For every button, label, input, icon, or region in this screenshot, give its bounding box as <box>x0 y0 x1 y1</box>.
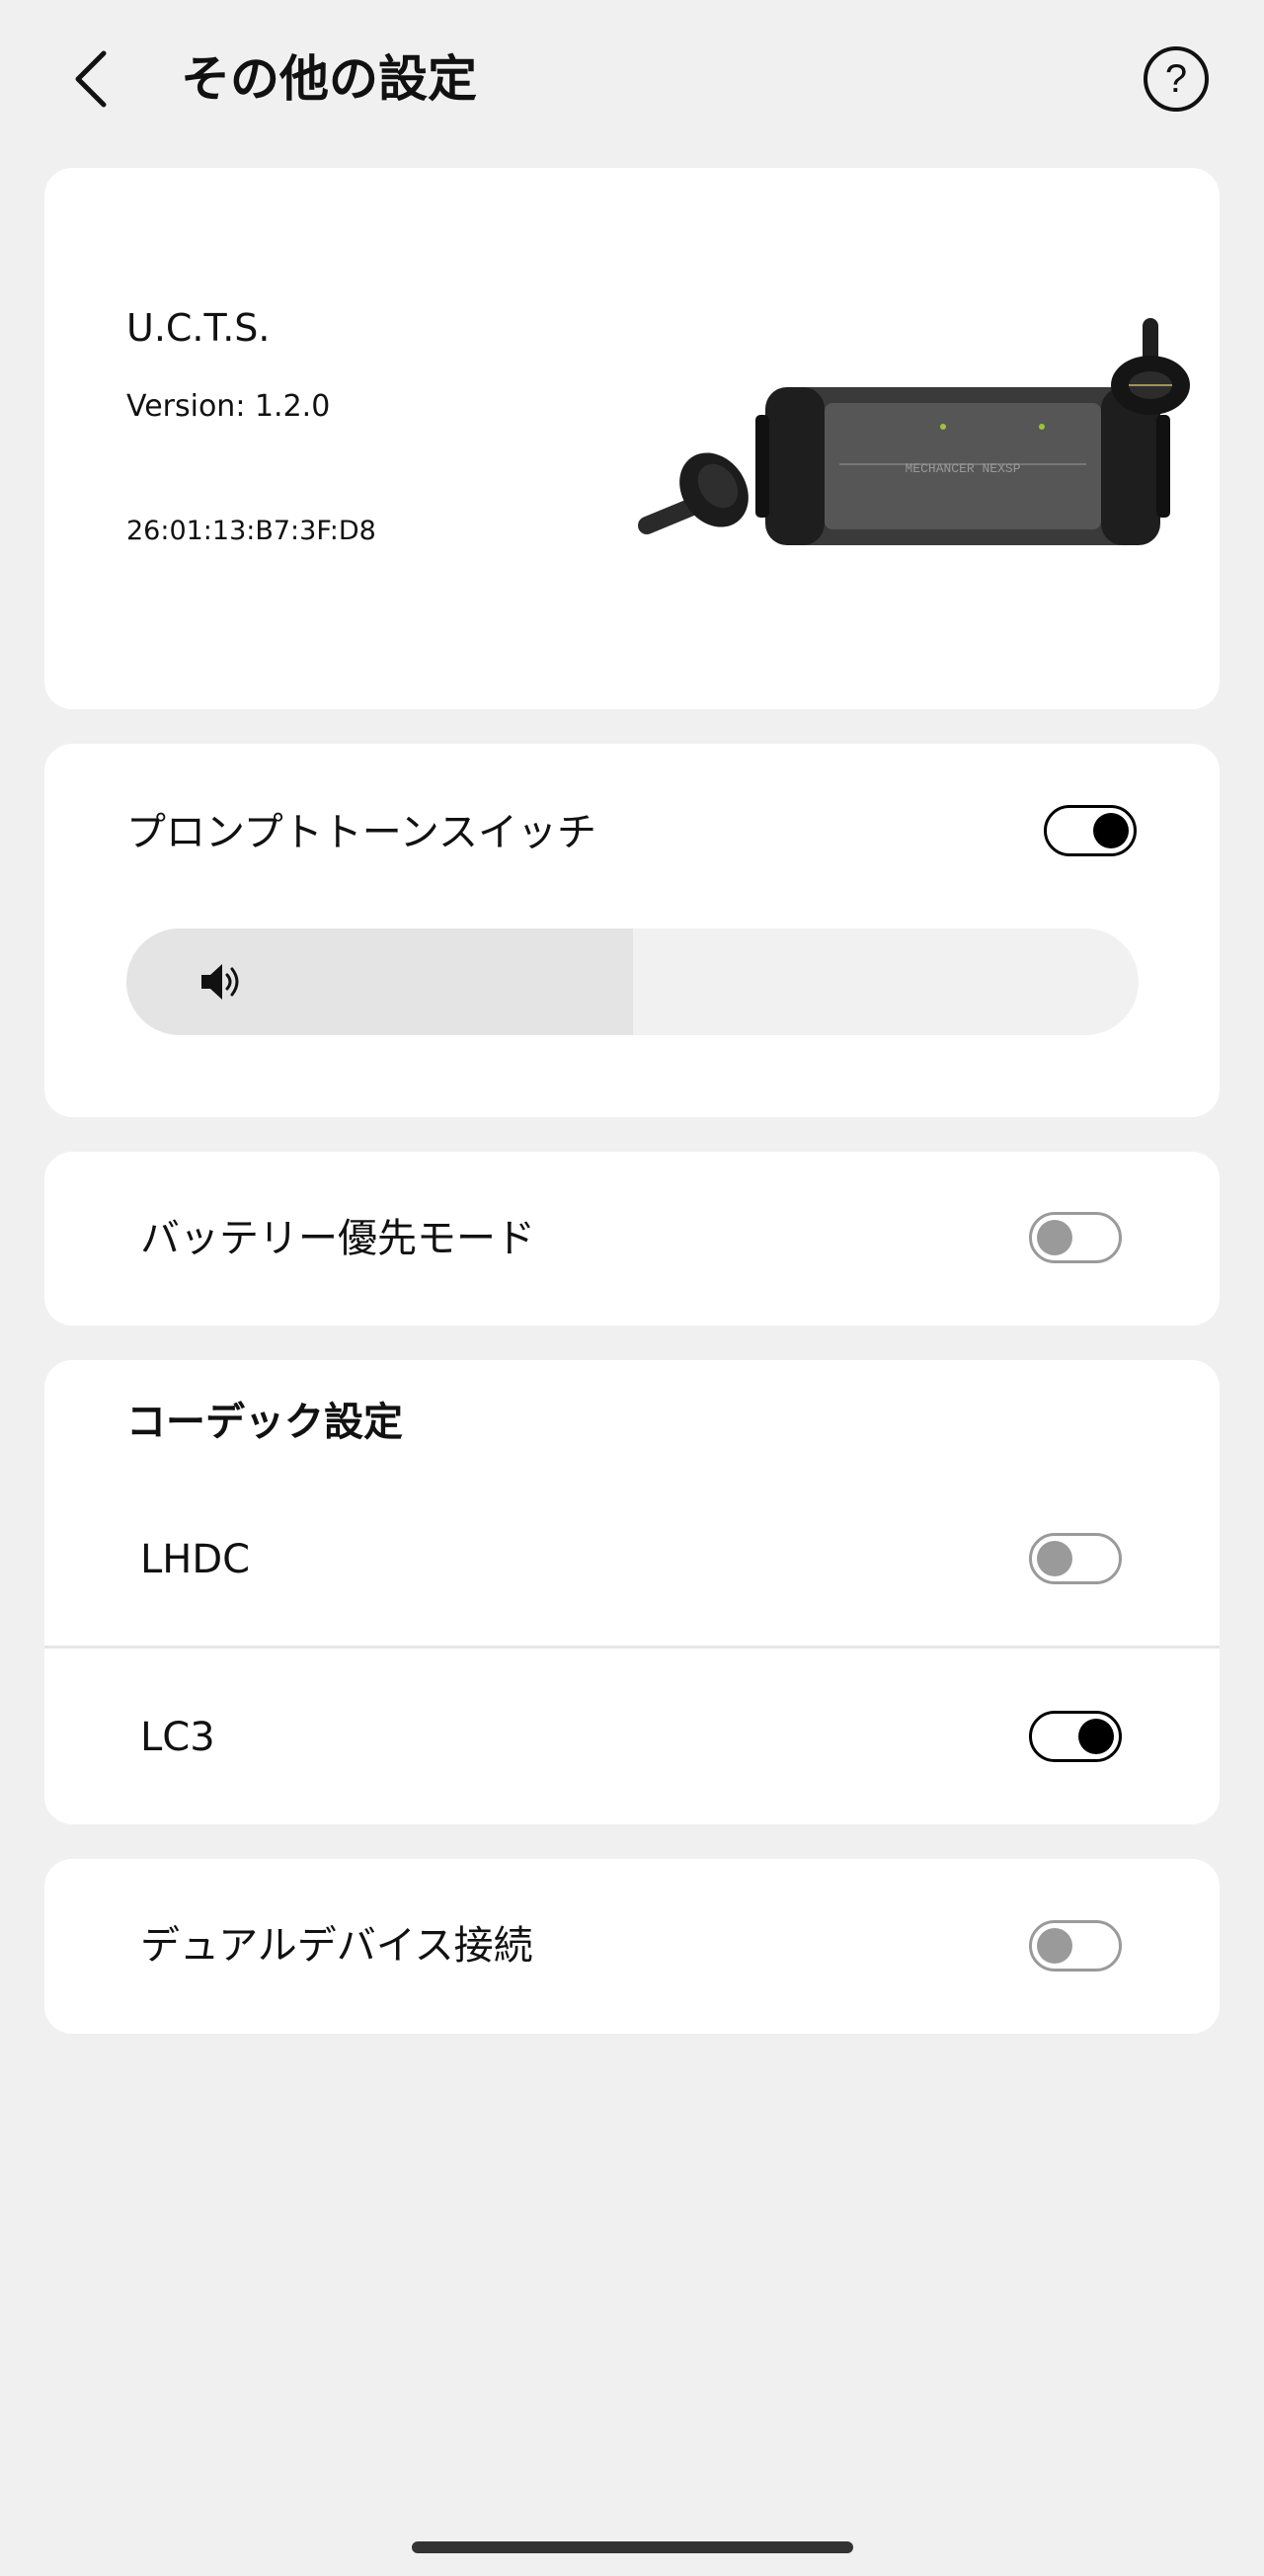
speaker-icon <box>201 964 239 1000</box>
app-header: その他の設定 ? <box>0 0 1264 158</box>
device-name: U.C.T.S. <box>126 306 271 350</box>
codec-lhdc-label: LHDC <box>140 1537 251 1582</box>
codec-lhdc-toggle[interactable] <box>1029 1533 1122 1584</box>
prompt-tone-toggle[interactable] <box>1044 805 1137 856</box>
divider <box>44 1646 1220 1649</box>
codec-lc3-label: LC3 <box>140 1715 215 1760</box>
dual-device-label: デュアルデバイス接続 <box>140 1923 533 1969</box>
toggle-knob <box>1093 813 1129 848</box>
toggle-knob <box>1037 1220 1072 1255</box>
device-info-card: U.C.T.S. Version: 1.2.0 26:01:13:B7:3F:D… <box>44 168 1220 709</box>
chevron-left-icon <box>75 50 107 108</box>
dual-device-card: デュアルデバイス接続 <box>44 1859 1220 2034</box>
codec-settings-card: コーデック設定 LHDC LC3 <box>44 1360 1220 1824</box>
page-title: その他の設定 <box>181 50 477 108</box>
prompt-tone-card: プロンプトトーンスイッチ <box>44 744 1220 1117</box>
battery-priority-toggle[interactable] <box>1029 1212 1122 1263</box>
firmware-version: Version: 1.2.0 <box>126 389 331 424</box>
device-mac-address: 26:01:13:B7:3F:D8 <box>126 516 376 546</box>
toggle-knob <box>1037 1928 1072 1964</box>
right-earbud-shape <box>1111 318 1190 415</box>
dual-device-toggle[interactable] <box>1029 1920 1122 1972</box>
battery-priority-label: バッテリー優先モード <box>140 1216 535 1261</box>
toggle-knob <box>1037 1541 1072 1576</box>
charging-case-shape: MECHANCER NEXSP <box>755 387 1170 545</box>
back-button[interactable] <box>54 40 133 119</box>
prompt-volume-slider[interactable] <box>126 928 1139 1035</box>
left-earbud-shape <box>638 452 749 534</box>
toggle-knob <box>1078 1719 1114 1754</box>
question-circle-icon: ? <box>1144 46 1209 112</box>
earbuds-product-image: MECHANCER NEXSP <box>638 318 1190 545</box>
home-indicator[interactable] <box>412 2541 853 2553</box>
codec-lc3-toggle[interactable] <box>1029 1711 1122 1762</box>
help-button[interactable]: ? <box>1142 44 1211 114</box>
svg-text:?: ? <box>1165 57 1187 101</box>
battery-priority-card: バッテリー優先モード <box>44 1152 1220 1326</box>
svg-text:MECHANCER NEXSP: MECHANCER NEXSP <box>905 461 1020 476</box>
prompt-tone-label: プロンプトトーンスイッチ <box>126 810 596 855</box>
codec-section-title: コーデック設定 <box>126 1400 403 1445</box>
